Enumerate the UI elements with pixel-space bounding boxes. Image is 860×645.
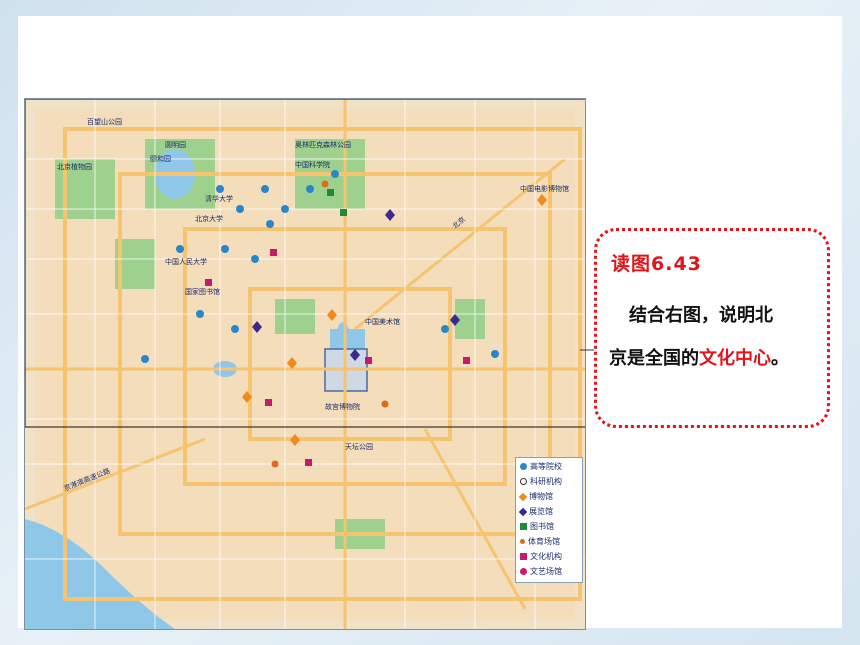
- legend-item-research: 科研机构: [520, 476, 562, 487]
- legend-item-museum: 博物馆: [518, 491, 553, 502]
- university-icon: [520, 463, 527, 470]
- museum-icon: [518, 492, 528, 501]
- legend-item-stadium: 体育场馆: [520, 536, 560, 547]
- research-institute-icon: [520, 478, 527, 485]
- reading-prompt-callout: 读图6.43 结合右图，说明北 京是全国的文化中心。: [594, 228, 830, 428]
- legend-item-library: 图书馆: [520, 521, 554, 532]
- callout-highlight-cultural-center: 文化中心: [699, 348, 771, 369]
- exhibition-hall-icon: [518, 507, 528, 516]
- legend-item-university: 高等院校: [520, 461, 562, 472]
- map-legend: 高等院校 科研机构 博物馆 展览馆 图书馆 体育场馆 文化机构 文艺场馆: [515, 457, 583, 583]
- stadium-icon: [520, 539, 525, 544]
- map-label-yuanmingyuan: 圆明园: [165, 141, 186, 149]
- callout-line2-suffix: 。: [771, 348, 789, 369]
- beijing-map: 北京植物园 百望山公园 颐和园 圆明园 奥林匹克森林公园 中国科学院 清华大学 …: [24, 98, 586, 630]
- map-label-temple-of-heaven: 天坛公园: [345, 442, 373, 451]
- map-label-ruc: 中国人民大学: [165, 257, 207, 266]
- callout-question-line1: 结合右图，说明北: [629, 305, 773, 326]
- map-label-art-museum: 中国美术馆: [365, 317, 400, 326]
- map-label-film-museum: 中国电影博物馆: [520, 184, 569, 193]
- cultural-institution-icon: [520, 553, 527, 560]
- map-graphic: 北京植物园 百望山公园 颐和园 圆明园 奥林匹克森林公园 中国科学院 清华大学 …: [25, 99, 585, 629]
- legend-item-cultural: 文化机构: [520, 551, 562, 562]
- map-label-pku: 北京大学: [195, 214, 223, 223]
- library-icon: [520, 523, 527, 530]
- legend-item-arts: 文艺场馆: [520, 566, 562, 577]
- map-label-national-library: 国家图书馆: [185, 287, 220, 296]
- legend-item-exhibition: 展览馆: [518, 506, 553, 517]
- callout-question-line2: 京是全国的文化中心。: [609, 344, 789, 370]
- map-label-palace-museum: 故宫博物院: [325, 402, 360, 411]
- map-label-tsinghua: 清华大学: [205, 194, 233, 203]
- map-label-summer-palace: 颐和园: [150, 154, 171, 163]
- callout-title: 读图6.43: [611, 253, 702, 275]
- map-label-botanical-garden: 北京植物园: [57, 162, 92, 171]
- map-label-baiwang-park: 百望山公园: [87, 117, 122, 126]
- callout-line2-prefix: 京是全国的: [609, 348, 699, 369]
- map-label-cas: 中国科学院: [295, 160, 330, 169]
- map-label-olympic-forest-park: 奥林匹克森林公园: [295, 140, 351, 149]
- arts-venue-icon: [520, 568, 527, 575]
